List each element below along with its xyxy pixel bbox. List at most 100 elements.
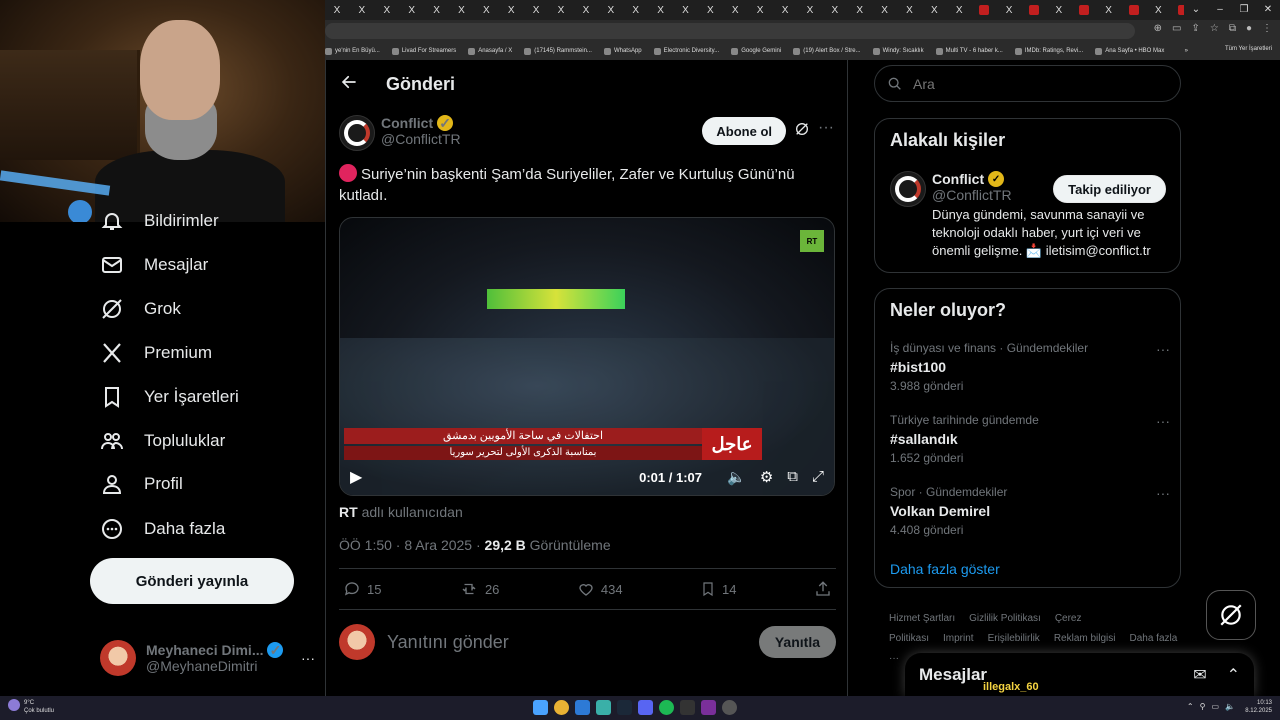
- bookmarks-overflow[interactable]: »: [1185, 48, 1188, 54]
- footer-link[interactable]: Erişilebilirlik: [988, 633, 1040, 644]
- back-arrow-icon[interactable]: [340, 73, 358, 96]
- browser-tab[interactable]: X: [1047, 2, 1071, 18]
- browser-tab[interactable]: X: [350, 2, 374, 18]
- trend-item[interactable]: Türkiye tarihinde gündemde #sallandık 1.65…: [890, 413, 1170, 465]
- footer-link[interactable]: Gizlilik Politikası: [969, 613, 1041, 624]
- browser-tab[interactable]: X: [325, 2, 349, 18]
- browser-tab[interactable]: X: [649, 2, 673, 18]
- clock[interactable]: 10:13 8.12.2025: [1245, 699, 1272, 715]
- trend-item[interactable]: İş dünyası ve finans · Gündemdekiler #bis…: [890, 341, 1170, 393]
- reply-action[interactable]: 15: [343, 580, 381, 598]
- bookmark-item[interactable]: (19) Alert Box / Stre...: [793, 47, 861, 55]
- related-avatar[interactable]: [890, 171, 926, 207]
- browser-tab[interactable]: X: [574, 2, 598, 18]
- browser-tab[interactable]: [1072, 2, 1096, 18]
- address-bar[interactable]: [325, 23, 1135, 39]
- profile-icon[interactable]: ●: [1246, 23, 1252, 34]
- browser-tab[interactable]: X: [922, 2, 946, 18]
- browser-tab[interactable]: X: [673, 2, 697, 18]
- star-icon[interactable]: ☆: [1210, 23, 1219, 34]
- location-icon[interactable]: ⚲: [1200, 702, 1206, 711]
- post-button[interactable]: Gönderi yayınla: [90, 558, 294, 604]
- nav-item-3[interactable]: Premium: [100, 331, 212, 375]
- reply-input[interactable]: Yanıtını gönder: [387, 632, 747, 653]
- browser-tab[interactable]: X: [997, 2, 1021, 18]
- settings-icon[interactable]: ⚙: [760, 468, 773, 486]
- bookmark-item[interactable]: Windy: Sıcaklık: [872, 47, 924, 55]
- trend-more-icon[interactable]: ···: [1156, 413, 1170, 429]
- search-box[interactable]: [874, 65, 1181, 102]
- bookmark-item[interactable]: Livad For Streamers: [391, 47, 456, 55]
- bookmark-item[interactable]: ye'nin En Büyü...: [325, 47, 380, 55]
- extensions-icon[interactable]: ⧉: [1229, 23, 1236, 34]
- trend-item[interactable]: Spor · Gündemdekiler Volkan Demirel 4.408 …: [890, 485, 1170, 537]
- new-message-icon[interactable]: ✉: [1193, 665, 1206, 685]
- author-handle[interactable]: @ConflictTR: [381, 131, 461, 147]
- browser-tab[interactable]: [1022, 2, 1046, 18]
- nav-item-2[interactable]: Grok: [100, 287, 181, 331]
- fullscreen-icon[interactable]: ⤢: [812, 468, 824, 486]
- browser-tab[interactable]: [1122, 2, 1146, 18]
- menu-icon[interactable]: ⋮: [1262, 23, 1272, 34]
- discord-icon[interactable]: [638, 700, 653, 715]
- volume-icon[interactable]: 🔈: [727, 468, 746, 486]
- maximize-button[interactable]: ❐: [1232, 0, 1256, 20]
- nav-item-4[interactable]: Yer İşaretleri: [100, 375, 239, 419]
- nav-item-5[interactable]: Topluluklar: [100, 419, 225, 463]
- grok-fab[interactable]: [1206, 590, 1256, 640]
- tab-search-icon[interactable]: ⌄: [1184, 0, 1208, 20]
- nav-item-1[interactable]: Mesajlar: [100, 243, 208, 287]
- nav-item-7[interactable]: Daha fazla: [100, 507, 225, 551]
- messages-drawer[interactable]: Mesajlar ✉ ⌃: [905, 653, 1254, 696]
- network-icon[interactable]: ▭: [1211, 702, 1219, 711]
- minimize-button[interactable]: –: [1208, 0, 1232, 20]
- browser-tab[interactable]: X: [947, 2, 971, 18]
- volume-tray-icon[interactable]: 🔈: [1225, 702, 1235, 711]
- footer-link[interactable]: Reklam bilgisi: [1054, 633, 1116, 644]
- browser-tab[interactable]: X: [1146, 2, 1170, 18]
- source-user[interactable]: RT: [339, 504, 358, 520]
- zoom-icon[interactable]: ⊕: [1154, 23, 1162, 34]
- browser-tab[interactable]: X: [474, 2, 498, 18]
- browser-tab[interactable]: X: [425, 2, 449, 18]
- tweet-more-icon[interactable]: ···: [818, 119, 834, 137]
- tweet-video[interactable]: RT احتفالات في ساحة الأمويين بدمشق بمناس…: [339, 217, 835, 496]
- browser-tab[interactable]: X: [748, 2, 772, 18]
- app-icon-blue[interactable]: [575, 700, 590, 715]
- bookmark-item[interactable]: WhatsApp: [603, 47, 642, 55]
- close-window-button[interactable]: ✕: [1256, 0, 1280, 20]
- browser-tab[interactable]: X: [499, 2, 523, 18]
- author-name[interactable]: Conflict: [381, 115, 433, 131]
- bookmark-item[interactable]: Multi TV - 6 haber k...: [935, 47, 1003, 55]
- all-bookmarks[interactable]: Tüm Yer İşaretleri: [1225, 46, 1272, 52]
- share-action[interactable]: [814, 580, 832, 598]
- app-icon-grey[interactable]: [722, 700, 737, 715]
- trend-more-icon[interactable]: ···: [1156, 485, 1170, 501]
- related-name[interactable]: Conflict: [932, 171, 984, 187]
- browser-tab[interactable]: X: [897, 2, 921, 18]
- browser-tab[interactable]: X: [773, 2, 797, 18]
- following-button[interactable]: Takip ediliyor: [1053, 175, 1166, 203]
- bookmark-action[interactable]: 14: [700, 580, 737, 598]
- browser-tab[interactable]: X: [873, 2, 897, 18]
- browser-tab[interactable]: X: [823, 2, 847, 18]
- weather-widget[interactable]: 9°C Çok bulutlu: [8, 699, 54, 715]
- app-icon-copilot[interactable]: [596, 700, 611, 715]
- bookmark-item[interactable]: Ana Sayfa • HBO Max: [1095, 47, 1164, 55]
- repost-action[interactable]: 26: [459, 580, 499, 598]
- trend-more-icon[interactable]: ···: [1156, 341, 1170, 357]
- like-action[interactable]: 434: [577, 580, 623, 598]
- share-icon[interactable]: ⇪: [1191, 23, 1199, 34]
- browser-tab[interactable]: X: [698, 2, 722, 18]
- bookmark-item[interactable]: IMDb: Ratings, Revi...: [1014, 47, 1083, 55]
- start-icon[interactable]: [533, 700, 548, 715]
- bookmark-item[interactable]: (17145) Rammstein...: [524, 47, 592, 55]
- browser-tab[interactable]: X: [375, 2, 399, 18]
- browser-tab[interactable]: X: [449, 2, 473, 18]
- account-switcher[interactable]: Meyhaneci Dimi... ✓ @MeyhaneDimitri ···: [100, 633, 315, 683]
- browser-tab[interactable]: X: [624, 2, 648, 18]
- grok-icon[interactable]: [794, 121, 810, 142]
- spotify-icon[interactable]: [659, 700, 674, 715]
- search-input[interactable]: [913, 75, 1153, 92]
- browser-tab[interactable]: X: [400, 2, 424, 18]
